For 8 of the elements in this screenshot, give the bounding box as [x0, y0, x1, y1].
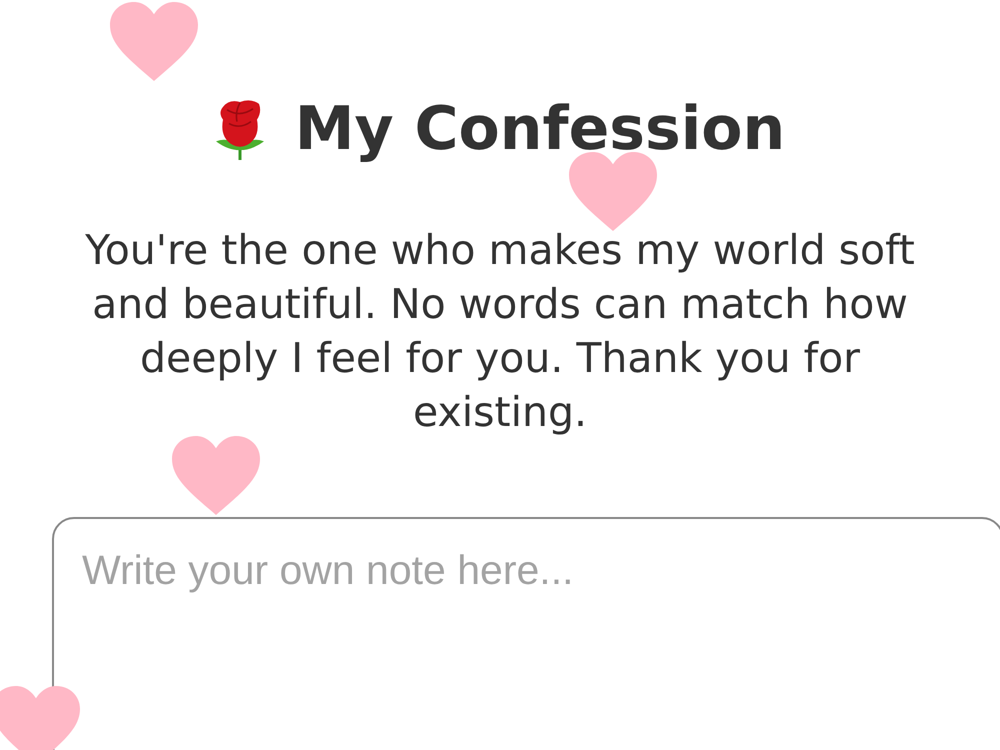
- heart-icon: [172, 436, 260, 515]
- rose-icon: [214, 98, 265, 160]
- note-field[interactable]: Write your own note here...: [52, 517, 1000, 750]
- heart-icon: [0, 686, 80, 750]
- heart-icon: [110, 2, 198, 81]
- confession-text: You're the one who makes my world soft and beautiful. No words can match how deeply I feel for you. Thank you for existing.: [84, 225, 916, 438]
- heart-icon: [569, 152, 657, 231]
- page-title: My Confession: [294, 96, 786, 162]
